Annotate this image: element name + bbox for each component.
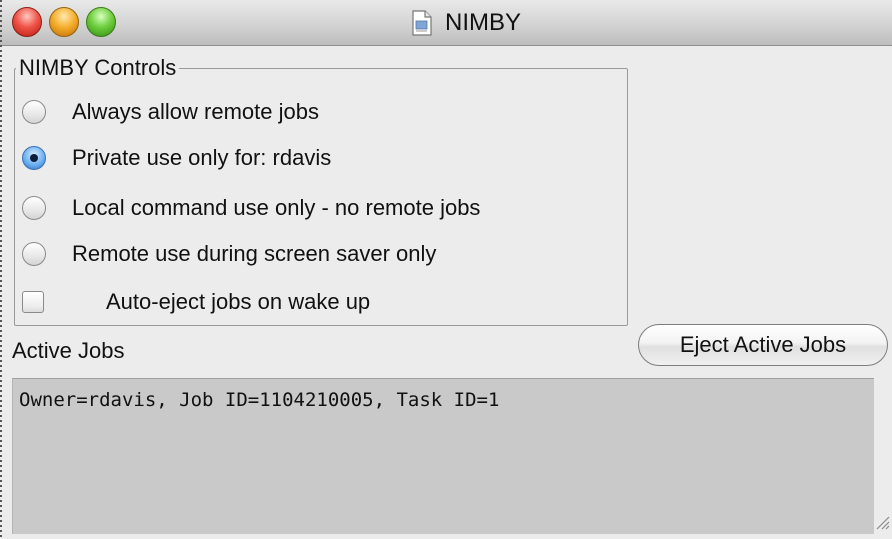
title-bar[interactable]: NIMBY: [0, 0, 892, 46]
auto-eject-label: Auto-eject jobs on wake up: [106, 289, 371, 314]
job-entry[interactable]: Owner=rdavis, Job ID=1104210005, Task ID…: [19, 389, 499, 411]
window-title: NIMBY: [444, 8, 521, 36]
radio-button[interactable]: [22, 100, 46, 124]
nimby-window: NIMBY NIMBY Controls Always allow remote…: [0, 0, 892, 539]
option-label: Private use only for: rdavis: [72, 145, 332, 170]
resize-grip-icon[interactable]: [874, 514, 890, 530]
auto-eject-checkbox[interactable]: [22, 291, 44, 313]
document-icon: [411, 9, 433, 36]
radio-button-selected[interactable]: [22, 146, 46, 170]
auto-eject-option[interactable]: Auto-eject jobs on wake up: [22, 284, 370, 320]
radio-button[interactable]: [22, 242, 46, 266]
option-always-allow[interactable]: Always allow remote jobs: [22, 94, 319, 130]
title-wrap: NIMBY: [0, 0, 892, 45]
active-jobs-list[interactable]: Owner=rdavis, Job ID=1104210005, Task ID…: [12, 378, 874, 534]
group-label: NIMBY Controls: [16, 54, 180, 82]
option-screen-saver[interactable]: Remote use during screen saver only: [22, 236, 436, 272]
option-label: Remote use during screen saver only: [72, 241, 437, 266]
option-local-command[interactable]: Local command use only - no remote jobs: [22, 190, 480, 226]
eject-active-jobs-button[interactable]: Eject Active Jobs: [638, 324, 888, 366]
radio-button[interactable]: [22, 196, 46, 220]
window-edge: [0, 0, 2, 539]
option-label: Local command use only - no remote jobs: [72, 195, 481, 220]
option-label: Always allow remote jobs: [72, 99, 319, 124]
option-private-use[interactable]: Private use only for: rdavis: [22, 140, 331, 176]
scroll-track: [874, 378, 892, 534]
active-jobs-label: Active Jobs: [12, 338, 125, 363]
